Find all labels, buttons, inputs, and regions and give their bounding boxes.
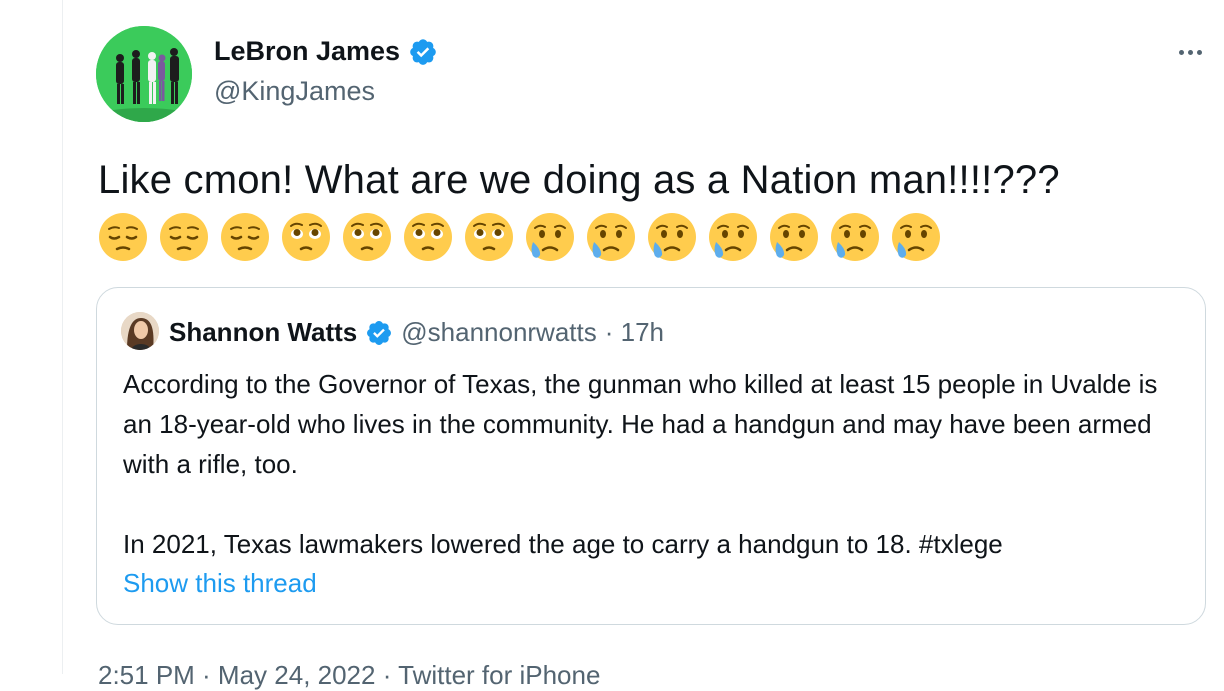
tweet-emoji-row	[98, 212, 941, 262]
crying-face-emoji-icon	[831, 213, 879, 261]
quoted-paragraph: In 2021, Texas lawmakers lowered the age…	[123, 529, 1003, 559]
quoted-paragraph: According to the Governor of Texas, the …	[123, 369, 1158, 479]
tweet-timestamp[interactable]: 2:51 PM · May 24, 2022 · Twitter for iPh…	[98, 660, 600, 691]
verified-badge-icon	[410, 38, 436, 65]
pleading-face-emoji-icon	[282, 213, 330, 261]
crying-face-emoji-icon	[526, 213, 574, 261]
quoted-author-name[interactable]: Shannon Watts	[169, 317, 357, 348]
author-name[interactable]: LeBron James	[214, 36, 438, 67]
author-name-text: LeBron James	[214, 36, 401, 66]
more-dot-icon	[1196, 49, 1202, 55]
pleading-face-emoji-icon	[404, 213, 452, 261]
verified-badge-icon	[367, 320, 392, 345]
pensive-face-emoji-icon	[221, 213, 269, 261]
timeline-border	[62, 0, 63, 674]
tweet-text: Like cmon! What are we doing as a Nation…	[98, 158, 1060, 202]
more-dot-icon	[1187, 49, 1193, 55]
quoted-author-handle[interactable]: @shannonrwatts	[401, 317, 597, 348]
quoted-tweet-header: Shannon Watts @shannonrwatts · 17h	[169, 317, 664, 348]
author-avatar[interactable]	[96, 26, 192, 122]
author-handle[interactable]: @KingJames	[214, 76, 375, 107]
crying-face-emoji-icon	[587, 213, 635, 261]
more-dot-icon	[1178, 49, 1184, 55]
quoted-author-avatar[interactable]	[121, 312, 159, 350]
show-thread-link[interactable]: Show this thread	[123, 568, 317, 599]
pleading-face-emoji-icon	[465, 213, 513, 261]
pensive-face-emoji-icon	[99, 213, 147, 261]
quoted-tweet-card[interactable]: Shannon Watts @shannonrwatts · 17h Accor…	[96, 287, 1206, 625]
avatar-photo-icon	[121, 312, 159, 350]
crying-face-emoji-icon	[709, 213, 757, 261]
more-options-button[interactable]	[1170, 40, 1210, 64]
pensive-face-emoji-icon	[160, 213, 208, 261]
crying-face-emoji-icon	[648, 213, 696, 261]
pleading-face-emoji-icon	[343, 213, 391, 261]
quoted-tweet-time[interactable]: · 17h	[605, 317, 664, 348]
avatar-photo-icon	[96, 26, 192, 122]
crying-face-emoji-icon	[892, 213, 940, 261]
quoted-tweet-text: According to the Governor of Texas, the …	[123, 364, 1193, 564]
crying-face-emoji-icon	[770, 213, 818, 261]
